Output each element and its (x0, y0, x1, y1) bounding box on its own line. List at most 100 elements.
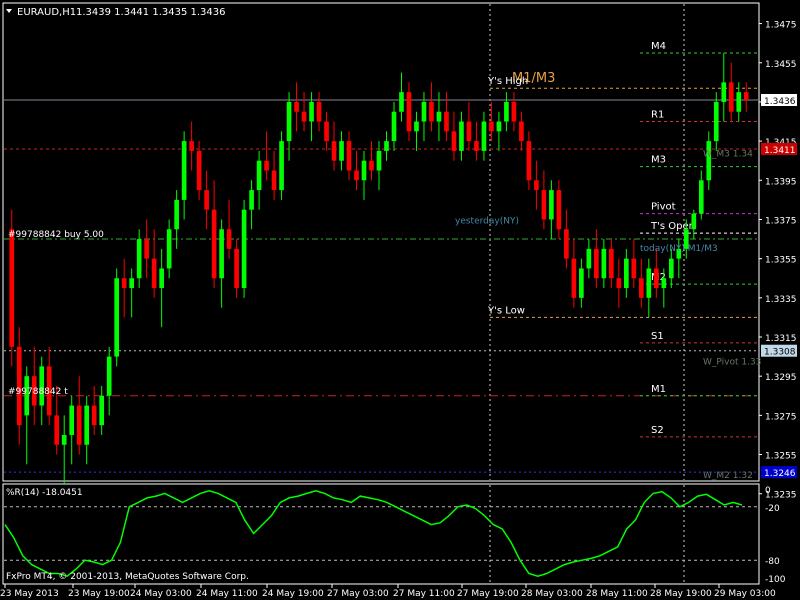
time-tick-label: 24 May 11:00 (196, 589, 258, 599)
indicator-tick-label: -100 (765, 575, 786, 585)
indicator-pane-frame (2, 483, 760, 585)
bull-candle (129, 278, 134, 289)
indicator-title: %R(14) -18.0451 (6, 488, 83, 498)
pivot-level-label: S1 (651, 331, 664, 342)
bull-candle (114, 278, 120, 357)
bull-candle (166, 229, 172, 269)
price-tick-label: 1.3355 (765, 256, 797, 266)
bull-candle (84, 405, 90, 445)
bear-candle (331, 141, 337, 161)
williams-r-line (4, 490, 743, 578)
bear-candle (234, 248, 239, 289)
bear-candle (571, 258, 577, 298)
bull-candle (549, 190, 554, 220)
chart-canvas[interactable]: M4M1/M3Y's HighR1M3PivotT's OpenM2Y's Lo… (0, 0, 800, 600)
price-tick-label: 1.3255 (765, 452, 797, 462)
bear-candle (196, 150, 202, 191)
bull-candle (698, 180, 704, 214)
bear-candle (638, 278, 644, 298)
bear-candle (271, 170, 277, 191)
symbol-label: EURAUD,H1 (17, 7, 76, 18)
bull-candle (713, 101, 719, 142)
chart-annotation: W_M2 1.32 (703, 471, 753, 481)
bear-candle (631, 258, 637, 279)
bear-candle (526, 141, 532, 181)
bull-candle (384, 141, 389, 151)
pivot-level-label: M1 (651, 384, 666, 395)
bull-candle (376, 150, 382, 171)
bear-candle (743, 92, 749, 100)
bear-candle (616, 278, 622, 289)
bear-candle (189, 141, 194, 151)
bear-candle (301, 111, 307, 122)
bull-candle (391, 111, 397, 142)
bull-candle (691, 213, 697, 230)
bear-candle (594, 248, 599, 279)
bear-candle (354, 170, 359, 181)
bull-candle (399, 92, 404, 112)
bull-candle (174, 199, 179, 230)
time-tick-label: 27 May 03:00 (327, 589, 389, 599)
price-marker-label: 1.3411 (764, 146, 796, 156)
pivot-level-label: M3 (651, 155, 666, 166)
bull-candle (69, 405, 75, 435)
indicator-tick-label: -80 (765, 557, 780, 567)
bear-candle (444, 111, 449, 132)
bear-candle (541, 190, 547, 220)
chart-annotation: #99788842 t (8, 387, 68, 397)
price-tick-label: 1.3275 (765, 412, 797, 422)
ohlc-values: 1.3439 1.3441 1.3435 1.3436 (76, 7, 226, 18)
bear-candle (346, 141, 352, 171)
pivot-level-label: M4 (651, 41, 666, 52)
pivot-level-label: Y's Low (487, 305, 525, 316)
dropdown-triangle-icon[interactable] (6, 9, 12, 13)
time-tick-label: 23 May 19:00 (68, 589, 130, 599)
bull-candle (181, 141, 187, 200)
bull-candle (646, 268, 652, 298)
time-axis: 23 May 2013 23 May 19:00 24 May 03:00 24 Ma… (0, 584, 776, 599)
pivot-level-label: R1 (651, 110, 664, 121)
bull-candle (421, 101, 427, 122)
price-marker-label: 1.3308 (764, 348, 796, 358)
bear-candle (609, 248, 614, 279)
bull-candle (219, 229, 224, 279)
chart-annotation: today(NY) M1/M3 (640, 244, 718, 254)
bear-candle (653, 268, 659, 289)
price-tick-label: 1.3315 (765, 334, 797, 344)
bull-candle (579, 268, 584, 298)
price-tick-label: 1.3475 (765, 21, 797, 31)
time-tick-label: 28 May 03:00 (521, 589, 583, 599)
time-tick-label: 27 May 11:00 (393, 589, 455, 599)
price-tick-label: 1.3375 (765, 216, 797, 226)
williams-r-indicator: 0 -20 -80 -100 (4, 486, 786, 585)
bull-candle (309, 101, 314, 122)
bull-candle (339, 141, 344, 161)
bull-candle (241, 209, 247, 289)
bear-candle (466, 121, 472, 142)
bear-candle (474, 141, 479, 151)
bear-candle (564, 229, 569, 259)
bull-candle (736, 92, 742, 112)
price-tick-label: 1.3295 (765, 373, 797, 383)
bear-candle (9, 229, 15, 347)
bull-candle (706, 141, 712, 181)
bear-candle (369, 160, 374, 171)
bear-candle (204, 190, 209, 210)
bull-candle (136, 239, 142, 279)
price-marker-label: 1.3246 (764, 469, 796, 479)
bear-candle (511, 101, 517, 122)
bear-candle (316, 101, 322, 122)
price-pane-frame (2, 2, 760, 482)
bull-candle (624, 258, 629, 289)
price-axis: 1.34751.34551.34351.34151.33951.33751.33… (759, 21, 797, 501)
price-tick-label: 1.3455 (765, 60, 797, 70)
bull-candle (361, 160, 367, 181)
bull-candle (668, 258, 674, 279)
price-tick-label: 1.3395 (765, 177, 797, 187)
bull-candle (159, 268, 164, 289)
bull-candle (249, 190, 254, 210)
time-tick-label: 23 May 2013 (0, 589, 59, 599)
bull-candle (436, 111, 442, 122)
bear-candle (76, 405, 82, 445)
bear-candle (54, 415, 60, 445)
